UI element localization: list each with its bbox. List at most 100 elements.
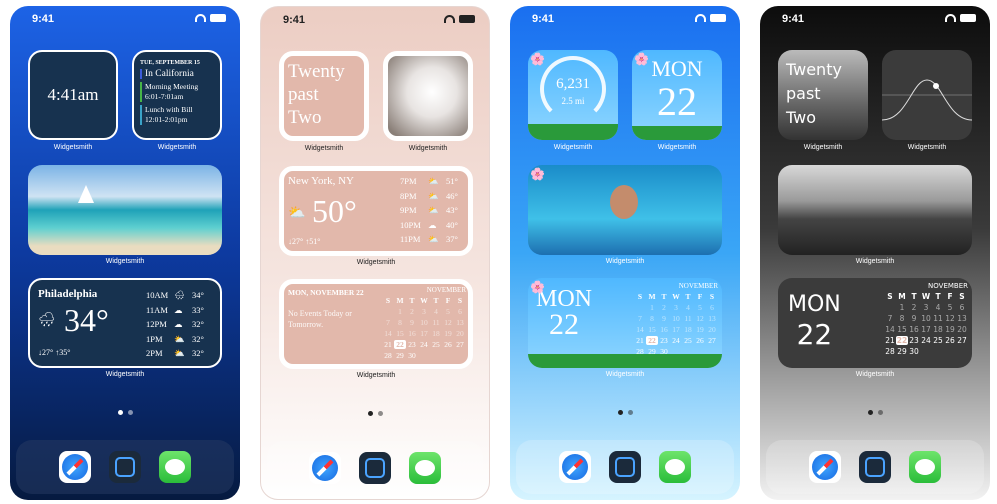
day-cell[interactable]: 29 — [896, 347, 908, 356]
day-cell[interactable]: 16 — [658, 325, 670, 334]
time-words-widget[interactable]: Twenty past Two — [778, 50, 868, 140]
day-cell[interactable]: 27 — [956, 336, 968, 345]
day-cell[interactable]: 8 — [896, 314, 908, 323]
day-cell[interactable]: 25 — [682, 336, 694, 345]
day-cell[interactable]: 9 — [406, 318, 418, 327]
day-cell[interactable]: 13 — [454, 318, 466, 327]
day-cell[interactable]: 3 — [418, 307, 430, 316]
day-cell[interactable]: 29 — [646, 347, 658, 356]
day-cell[interactable]: 21 — [634, 336, 646, 345]
safari-icon[interactable] — [559, 451, 591, 483]
day-cell[interactable]: 21 — [382, 340, 394, 349]
day-cell[interactable]: 14 — [884, 325, 896, 334]
beach-photo-widget[interactable] — [28, 165, 222, 255]
widgetsmith-icon[interactable] — [609, 451, 641, 483]
day-cell[interactable]: 14 — [634, 325, 646, 334]
day-cell[interactable]: 21 — [884, 336, 896, 345]
safari-icon[interactable] — [309, 452, 341, 484]
day-cell[interactable]: 13 — [956, 314, 968, 323]
day-cell[interactable]: 4 — [682, 303, 694, 312]
day-cell[interactable]: 1 — [394, 307, 406, 316]
day-cell[interactable]: 24 — [418, 340, 430, 349]
day-cell[interactable]: 19 — [442, 329, 454, 338]
safari-icon[interactable] — [809, 451, 841, 483]
time-words-widget[interactable]: Twenty past Two — [279, 51, 369, 141]
day-cell[interactable]: 7 — [634, 314, 646, 323]
page-dot[interactable] — [127, 410, 133, 415]
day-cell[interactable]: 12 — [944, 314, 956, 323]
day-cell[interactable]: 15 — [646, 325, 658, 334]
day-cell[interactable]: 17 — [670, 325, 682, 334]
weather-widget[interactable]: Philadelphia 🌧 34° ↓27° ↑35° 10AM 🌨 34° 11A… — [28, 278, 222, 368]
day-cell[interactable]: 3 — [670, 303, 682, 312]
day-cell[interactable]: 3 — [920, 303, 932, 312]
day-cell[interactable]: 10 — [418, 318, 430, 327]
weather-widget[interactable]: New York, NY ⛅ 50° ↓27° ↑51° 7PM ⛅ 51° 8PM ⛅… — [279, 166, 473, 256]
day-cell[interactable]: 23 — [658, 336, 670, 345]
day-cell[interactable]: 30 — [406, 351, 418, 360]
day-cell[interactable]: 18 — [932, 325, 944, 334]
day-cell[interactable]: 4 — [430, 307, 442, 316]
widgetsmith-icon[interactable] — [359, 452, 391, 484]
day-cell[interactable]: 19 — [694, 325, 706, 334]
day-cell[interactable]: 28 — [634, 347, 646, 356]
calendar-event[interactable]: In California — [140, 69, 214, 79]
day-cell[interactable]: 12 — [694, 314, 706, 323]
day-cell[interactable]: 28 — [382, 351, 394, 360]
messages-icon[interactable] — [909, 451, 941, 483]
day-cell[interactable]: 30 — [658, 347, 670, 356]
day-cell[interactable]: 10 — [920, 314, 932, 323]
day-cell[interactable]: 9 — [658, 314, 670, 323]
day-cell[interactable]: 27 — [706, 336, 718, 345]
page-dot[interactable] — [627, 410, 633, 415]
day-cell[interactable]: 4 — [932, 303, 944, 312]
day-cell[interactable]: 26 — [442, 340, 454, 349]
landscape-photo-widget[interactable] — [778, 165, 972, 255]
day-cell[interactable]: 16 — [406, 329, 418, 338]
calendar-widget[interactable]: TUE, SEPTEMBER 15 In California Morning M… — [132, 50, 222, 140]
day-cell[interactable]: 6 — [706, 303, 718, 312]
day-cell[interactable]: 15 — [896, 325, 908, 334]
messages-icon[interactable] — [159, 451, 191, 483]
day-cell[interactable]: 28 — [884, 347, 896, 356]
day-cell[interactable]: 8 — [646, 314, 658, 323]
page-dot[interactable] — [377, 411, 383, 416]
day-cell[interactable]: 5 — [944, 303, 956, 312]
day-cell[interactable]: 6 — [454, 307, 466, 316]
day-cell[interactable]: 1 — [646, 303, 658, 312]
day-cell[interactable]: 23 — [908, 336, 920, 345]
day-cell[interactable]: 26 — [944, 336, 956, 345]
day-cell[interactable]: 20 — [706, 325, 718, 334]
today-cell[interactable]: 22 — [394, 340, 406, 349]
page-dot-active[interactable] — [867, 410, 873, 415]
day-cell[interactable]: 10 — [670, 314, 682, 323]
day-cell[interactable]: 17 — [418, 329, 430, 338]
day-cell[interactable]: 25 — [932, 336, 944, 345]
calendar-widget[interactable]: MON 22 NOVEMBER S M T W T F S 1 2 3 4 5 6 7 8 9 10 11 12 13 14… — [528, 278, 722, 368]
today-cell[interactable]: 22 — [896, 336, 908, 345]
day-cell[interactable]: 2 — [658, 303, 670, 312]
day-cell[interactable]: 2 — [908, 303, 920, 312]
day-cell[interactable]: 12 — [442, 318, 454, 327]
day-cell[interactable]: 29 — [394, 351, 406, 360]
steps-widget[interactable]: 6,231 2.5 mi 🌸 — [528, 50, 618, 140]
day-cell[interactable]: 24 — [920, 336, 932, 345]
sun-position-widget[interactable] — [882, 50, 972, 140]
page-dot-active[interactable] — [617, 410, 623, 415]
day-cell[interactable]: 26 — [694, 336, 706, 345]
day-cell[interactable]: 20 — [956, 325, 968, 334]
today-cell[interactable]: 22 — [646, 336, 658, 345]
widgetsmith-icon[interactable] — [859, 451, 891, 483]
day-cell[interactable]: 1 — [896, 303, 908, 312]
day-cell[interactable]: 14 — [382, 329, 394, 338]
clock-widget[interactable]: 4:41am — [28, 50, 118, 140]
page-dot-active[interactable] — [117, 410, 123, 415]
calendar-event[interactable]: Lunch with Bill 12:01-2:01pm — [140, 105, 214, 125]
calendar-widget[interactable]: MON, NOVEMBER 22 No Events Today or Tomo… — [279, 279, 473, 369]
page-dot[interactable] — [877, 410, 883, 415]
day-cell[interactable]: 15 — [394, 329, 406, 338]
day-cell[interactable]: 5 — [442, 307, 454, 316]
day-cell[interactable]: 8 — [394, 318, 406, 327]
day-cell[interactable]: 9 — [908, 314, 920, 323]
page-dot-active[interactable] — [367, 411, 373, 416]
